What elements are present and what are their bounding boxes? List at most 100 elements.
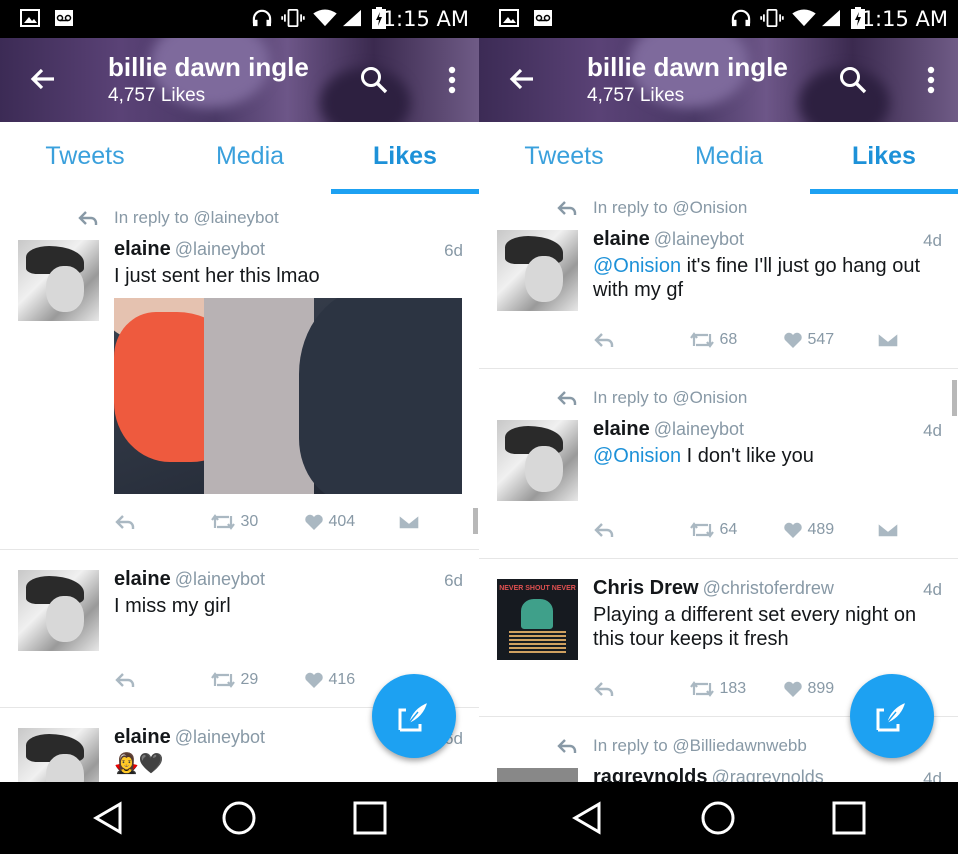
like-count: 489 [807,521,835,538]
image-face [204,298,314,494]
tweet-card[interactable]: In reply to @Onision elaine @laineybot 4d… [479,194,958,369]
tweet-age: 4d [923,231,942,250]
tweet-author[interactable]: Chris Drew @christoferdrew [593,577,940,600]
author-name: ragreynolds [593,766,708,782]
tweet-media-image[interactable] [114,298,462,494]
reply-icon [594,522,614,537]
reply-button[interactable] [593,518,615,542]
tweet-age: 6d [444,241,463,260]
tweet-card[interactable]: In reply to @Onision elaine @laineybot 4d… [479,369,958,559]
headphones-icon [252,9,272,27]
retweet-button[interactable]: 68 [689,328,737,352]
reply-context-icon [78,211,98,225]
like-button[interactable]: 899 [783,677,834,701]
more-options-icon[interactable] [447,66,457,94]
avatar[interactable] [497,230,578,311]
like-button[interactable]: 547 [783,328,834,352]
direct-message-button[interactable] [877,518,899,542]
avatar[interactable] [18,728,99,782]
scrollbar-thumb[interactable] [473,508,478,534]
direct-message-button[interactable] [877,328,899,352]
author-name: elaine [593,228,650,250]
avatar[interactable] [497,768,578,782]
tab-likes[interactable]: Likes [809,122,958,194]
reply-button[interactable] [593,677,615,701]
retweet-button[interactable]: 183 [689,677,746,701]
tweet-author[interactable]: elaine @laineybot [593,228,940,251]
tab-tweets[interactable]: Tweets [10,122,160,194]
home-nav-icon[interactable] [221,800,257,836]
search-icon[interactable] [359,65,389,95]
recents-nav-icon[interactable] [352,800,388,836]
reply-context[interactable]: In reply to @Onision [593,198,747,218]
author-handle: @christoferdrew [702,578,834,598]
tweet-card[interactable]: In reply to @laineybot elaine @laineybot … [0,194,479,550]
retweet-icon [211,513,235,530]
search-icon[interactable] [838,65,868,95]
like-button[interactable]: 404 [304,510,355,534]
status-time: 1:15 AM [861,7,948,31]
avatar[interactable] [18,570,99,651]
like-button[interactable]: 416 [304,668,355,692]
avatar-poster-dates [509,631,566,653]
retweet-icon [690,521,714,538]
back-nav-icon[interactable] [90,800,126,836]
author-handle: @laineybot [653,229,745,249]
avatar-face [46,596,84,642]
like-count: 416 [328,671,356,688]
reply-button[interactable] [593,328,615,352]
tweet-author[interactable]: ragreynolds @ragreynolds [593,766,940,782]
tab-media[interactable]: Media [654,122,804,194]
reply-context[interactable]: In reply to @laineybot [114,208,279,228]
gallery-icon [499,9,519,27]
tweet-author[interactable]: elaine @laineybot [114,568,461,591]
retweet-button[interactable]: 30 [210,510,258,534]
tweet-actions: 68 547 [593,328,940,352]
tweet-text: @Onision I don't like you [593,444,940,468]
tweet-age: 4d [923,421,942,440]
avatar[interactable] [497,420,578,501]
reply-context[interactable]: In reply to @Billiedawnwebb [593,736,807,756]
like-button[interactable]: 489 [783,518,834,542]
back-arrow-icon[interactable] [507,64,537,94]
back-arrow-icon[interactable] [28,64,58,94]
status-bar: 1:15 AM [479,0,958,38]
author-name: elaine [114,726,171,748]
profile-tabs: Tweets Media Likes [479,122,958,194]
recents-nav-icon[interactable] [831,800,867,836]
author-handle: @laineybot [174,239,266,259]
tab-media[interactable]: Media [175,122,325,194]
tab-tweets[interactable]: Tweets [489,122,639,194]
compose-tweet-button[interactable] [372,674,456,758]
retweet-button[interactable]: 64 [689,518,737,542]
envelope-icon [877,332,899,348]
reply-context[interactable]: In reply to @Onision [593,388,747,408]
avatar[interactable]: NEVER SHOUT NEVER [497,579,578,660]
reply-button[interactable] [114,510,136,534]
retweet-icon [690,680,714,697]
reply-icon [115,514,135,529]
retweet-button[interactable]: 29 [210,668,258,692]
likes-count: 4,757 Likes [108,85,206,106]
tweet-text: @Onision it's fine I'll just go hang out… [593,254,940,302]
profile-name: billie dawn ingle [587,52,788,82]
mention-link[interactable]: @Onision [593,445,681,467]
tweet-author[interactable]: elaine @laineybot [114,238,461,261]
profile-header: billie dawn ingle 4,757 Likes [479,38,958,122]
profile-name: billie dawn ingle [108,52,309,82]
scrollbar-thumb[interactable] [952,380,957,416]
reply-context-icon [557,201,577,215]
compose-tweet-button[interactable] [850,674,934,758]
tweet-actions: 30 404 [114,510,461,534]
author-handle: @ragreynolds [711,767,824,782]
direct-message-button[interactable] [398,510,420,534]
back-nav-icon[interactable] [569,800,605,836]
mention-link[interactable]: @Onision [593,255,681,277]
reply-button[interactable] [114,668,136,692]
author-name: Chris Drew [593,577,699,599]
more-options-icon[interactable] [926,66,936,94]
home-nav-icon[interactable] [700,800,736,836]
tab-likes[interactable]: Likes [330,122,479,194]
tweet-author[interactable]: elaine @laineybot [593,418,940,441]
avatar[interactable] [18,240,99,321]
